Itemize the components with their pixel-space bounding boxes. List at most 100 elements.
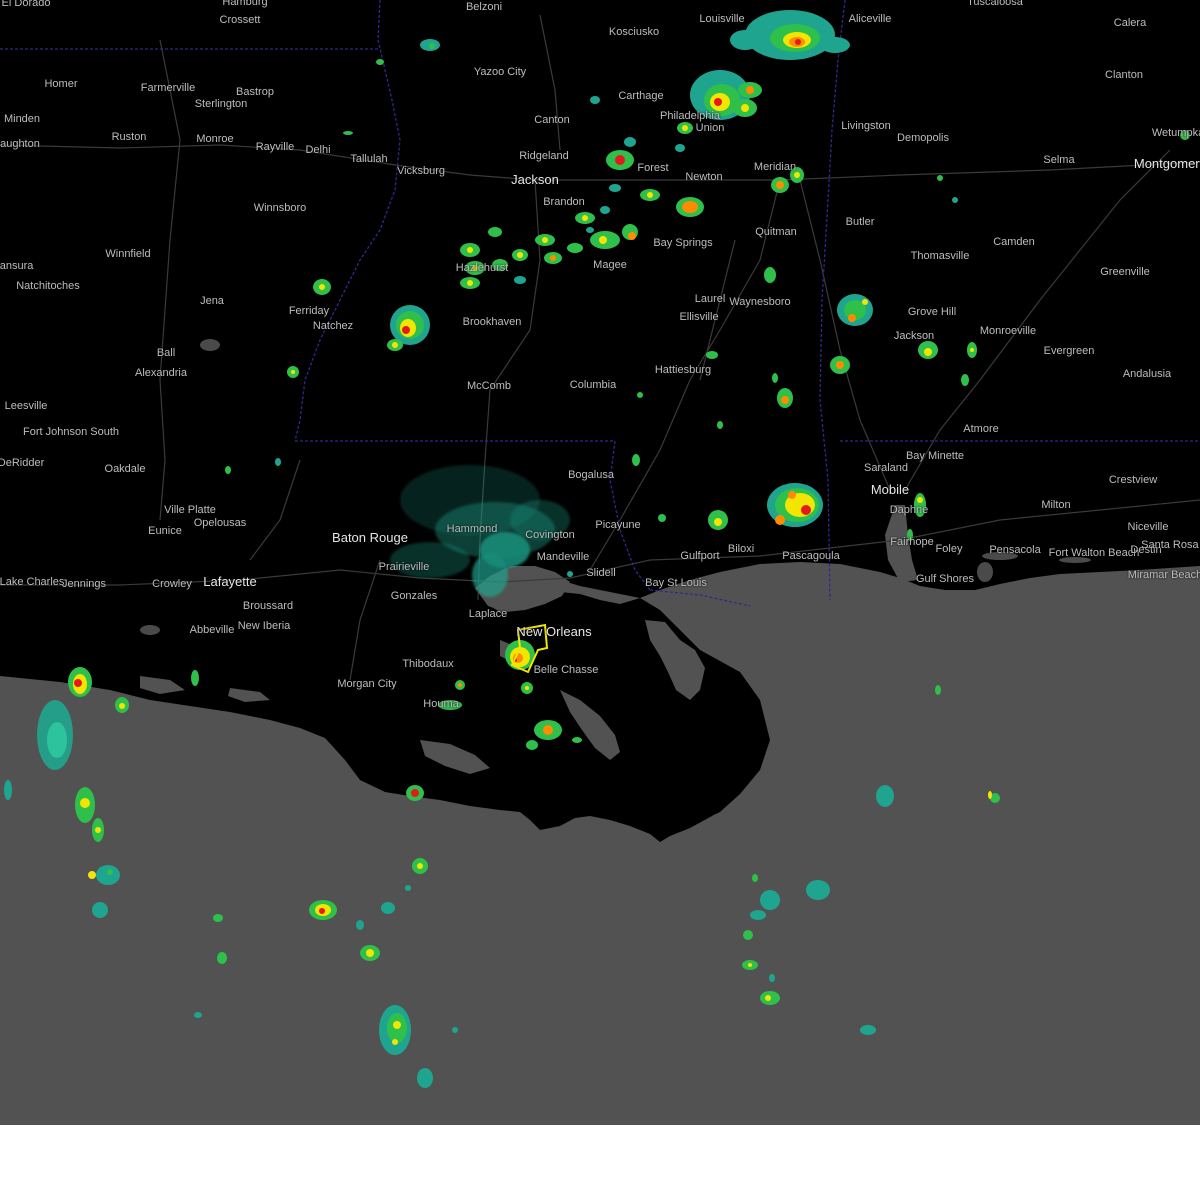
city-label: Union: [695, 122, 725, 134]
city-label: Grove Hill: [907, 306, 957, 318]
city-label: Milton: [1041, 499, 1071, 511]
city-label: Winnfield: [105, 248, 151, 260]
city-label: Broussard: [242, 600, 294, 612]
city-label: Brookhaven: [462, 316, 522, 328]
city-label: Belle Chasse: [533, 664, 599, 676]
city-label: Hammond: [446, 523, 498, 535]
city-label: Picayune: [595, 519, 641, 531]
city-label: New Orleans: [516, 624, 592, 639]
city-label: Montgomery: [1133, 156, 1200, 171]
city-label: Magee: [593, 259, 627, 271]
city-label: Sterlington: [194, 98, 248, 110]
city-label: Greenville: [1100, 266, 1150, 278]
city-label: Baton Rouge: [332, 530, 408, 545]
city-label: Pascagoula: [782, 550, 840, 562]
city-label: Crestview: [1108, 474, 1158, 486]
city-label: Clanton: [1105, 69, 1143, 81]
city-label: Louisville: [699, 13, 745, 25]
storm-cluster-ms-central: [460, 137, 804, 289]
city-label: Daphne: [889, 504, 929, 516]
city-label: Waynesboro: [729, 296, 791, 308]
city-label: Vicksburg: [396, 165, 446, 177]
city-label: Quitman: [755, 226, 797, 238]
city-label: Carthage: [618, 90, 664, 102]
city-label: Ferriday: [288, 305, 330, 317]
city-label: Ville Platte: [164, 504, 216, 516]
city-label: Columbia: [569, 379, 617, 391]
city-label: McComb: [466, 380, 512, 392]
city-label: Niceville: [1127, 521, 1169, 533]
city-label: DeRidder: [0, 457, 45, 469]
city-label: El Dorado: [1, 0, 51, 9]
city-label: Bastrop: [236, 86, 274, 98]
city-label: Brandon: [543, 196, 585, 208]
city-label: New Iberia: [237, 620, 291, 632]
city-label: Ridgeland: [519, 150, 569, 162]
city-label: Ellisville: [679, 311, 719, 323]
city-label: Mobile: [870, 482, 910, 497]
city-label: Fort Walton Beach: [1048, 547, 1140, 559]
city-label: Calera: [1113, 17, 1147, 29]
city-label: Natchez: [312, 320, 354, 332]
city-label: Santa Rosa Beach: [1141, 539, 1200, 551]
city-label: Mandeville: [536, 551, 590, 563]
city-label: Fort Johnson South: [22, 426, 120, 438]
city-label: Fairhope: [890, 536, 934, 548]
city-label: Bay Springs: [653, 237, 713, 249]
city-label: Camden: [993, 236, 1035, 248]
city-label: Thibodaux: [402, 658, 454, 670]
city-label: Monroeville: [979, 325, 1037, 337]
city-label: Natchitoches: [16, 280, 80, 292]
city-label: Jackson: [893, 330, 935, 342]
city-label: Oakdale: [104, 463, 146, 475]
city-label: Belzoni: [465, 1, 503, 13]
city-label: Foley: [935, 543, 963, 555]
city-label: Rayville: [255, 141, 295, 153]
city-label: Andalusia: [1122, 368, 1172, 380]
city-label: Biloxi: [727, 543, 755, 555]
city-label: Wetumpka: [1151, 127, 1200, 139]
city-label: Laurel: [694, 293, 726, 305]
city-label: Forest: [637, 162, 669, 174]
city-label: Hazlehurst: [455, 262, 509, 274]
city-label: Farmerville: [140, 82, 196, 94]
city-label: Tuscaloosa: [967, 0, 1023, 8]
city-label: Crossett: [219, 14, 261, 26]
city-label: Prairieville: [378, 561, 430, 573]
city-label: Pensacola: [989, 544, 1041, 556]
city-label: Minden: [3, 113, 41, 125]
city-label: Selma: [1043, 154, 1075, 166]
city-label: Miramar Beach: [1127, 569, 1200, 581]
city-label: Homer: [44, 78, 78, 90]
city-label: Canton: [534, 114, 570, 126]
city-label: Thomasville: [910, 250, 970, 262]
city-label: Butler: [845, 216, 875, 228]
city-label: Bay St Louis: [645, 577, 707, 589]
city-label: Eunice: [148, 525, 182, 537]
city-label: Mansura: [0, 260, 34, 272]
city-label: Hamburg: [222, 0, 268, 8]
city-label: Winnsboro: [253, 202, 307, 214]
city-label: Newton: [685, 171, 723, 183]
city-label: Gulfport: [680, 550, 720, 562]
city-label: Jackson: [511, 172, 559, 187]
city-label: Tallulah: [350, 153, 388, 165]
map-canvas: [0, 0, 1200, 1125]
city-label: Monroe: [196, 133, 234, 145]
city-label: Opelousas: [193, 517, 247, 529]
city-label: Bogalusa: [568, 469, 614, 481]
city-label: Yazoo City: [473, 66, 527, 78]
city-label: Bay Minette: [905, 450, 965, 462]
city-label: Slidell: [586, 567, 616, 579]
city-label: Jennings: [61, 578, 107, 590]
city-label: Crowley: [152, 578, 192, 590]
radar-map[interactable]: [0, 0, 1200, 1125]
city-label: Alexandria: [135, 367, 187, 379]
city-label: Kosciusko: [608, 26, 660, 38]
city-label: Lake Charles: [0, 576, 65, 588]
city-label: Gulf Shores: [915, 573, 975, 585]
city-label: Aliceville: [848, 13, 892, 25]
city-label: Covington: [525, 529, 575, 541]
city-label: Leesville: [4, 400, 48, 412]
city-label: Hattiesburg: [654, 364, 712, 376]
